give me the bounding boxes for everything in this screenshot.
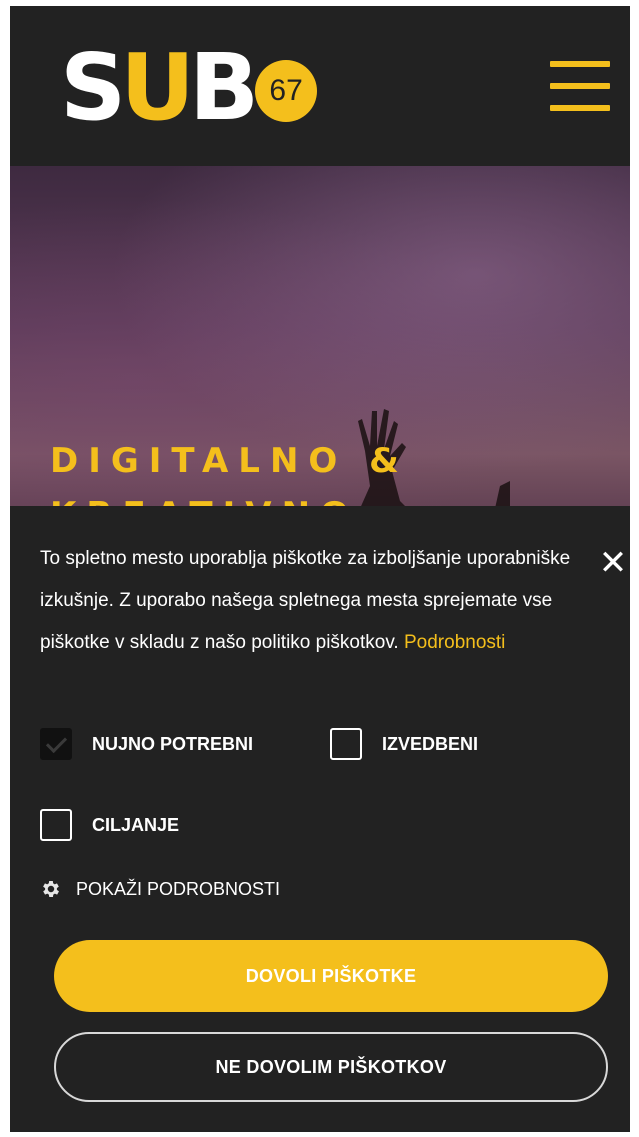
option-label: NUJNO POTREBNI bbox=[92, 733, 254, 754]
checkbox-checked[interactable] bbox=[40, 728, 72, 760]
details-link[interactable]: Podrobnosti bbox=[404, 632, 505, 653]
show-details-toggle[interactable]: POKAŽI PODROBNOSTI bbox=[40, 878, 280, 900]
show-details-label: POKAŽI PODROBNOSTI bbox=[76, 878, 281, 899]
cookie-banner: ✕ To spletno mesto uporablja piškotke za… bbox=[10, 506, 630, 1132]
allow-cookies-button[interactable]: DOVOLI PIŠKOTKE bbox=[54, 940, 608, 1012]
option-nujno-potrebni[interactable]: NUJNO POTREBNI bbox=[40, 728, 253, 760]
checkbox[interactable] bbox=[40, 809, 72, 841]
option-izvedbeni[interactable]: IZVEDBENI bbox=[330, 728, 478, 760]
logo-wordmark: SUB bbox=[60, 34, 259, 141]
page-frame: SUB 67 DIGITALNO & KREATIVNO ✕ To spletn… bbox=[10, 6, 630, 1132]
gear-icon bbox=[43, 881, 59, 897]
option-ciljanje[interactable]: CILJANJE bbox=[40, 809, 179, 841]
hero-section: DIGITALNO & KREATIVNO bbox=[10, 166, 630, 535]
logo[interactable]: SUB 67 bbox=[60, 34, 318, 141]
hamburger-menu-icon[interactable] bbox=[550, 61, 610, 111]
site-header: SUB 67 bbox=[10, 6, 630, 166]
deny-cookies-button[interactable]: NE DOVOLIM PIŠKOTKOV bbox=[54, 1032, 608, 1102]
checkbox[interactable] bbox=[330, 728, 362, 760]
logo-badge: 67 bbox=[255, 60, 318, 122]
menu-bar bbox=[550, 83, 610, 89]
option-label: IZVEDBENI bbox=[382, 733, 479, 754]
menu-bar bbox=[550, 61, 610, 67]
menu-bar bbox=[550, 105, 610, 111]
option-label: CILJANJE bbox=[92, 814, 180, 835]
cookie-message: To spletno mesto uporablja piškotke za i… bbox=[40, 538, 620, 664]
